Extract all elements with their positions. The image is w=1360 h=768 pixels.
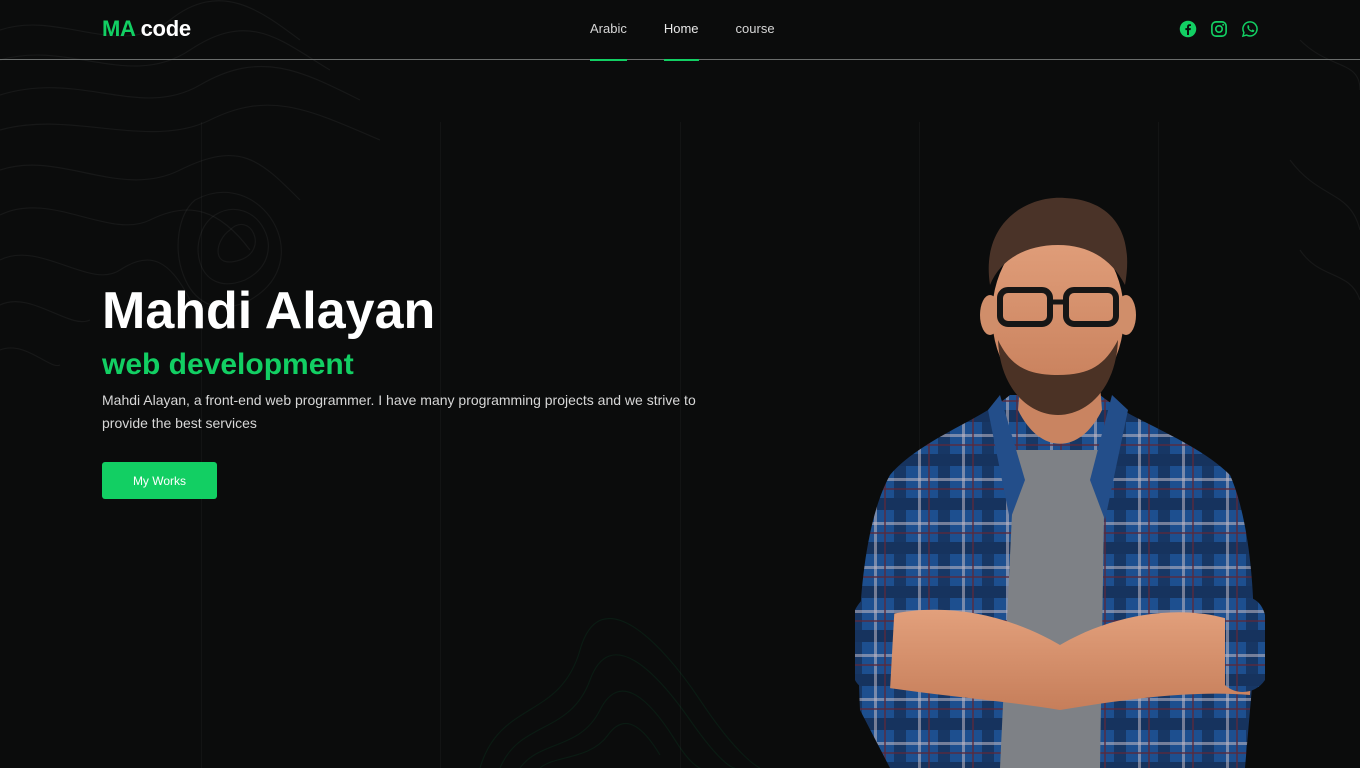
portrait-photo bbox=[855, 197, 1265, 768]
my-works-button[interactable]: My Works bbox=[102, 462, 217, 499]
logo[interactable]: MA code bbox=[102, 16, 191, 42]
social-links bbox=[1179, 20, 1259, 38]
hero-name: Mahdi Alayan bbox=[102, 282, 436, 340]
header: MA code Arabic Home course bbox=[0, 0, 1360, 61]
nav-item-arabic[interactable]: Arabic bbox=[590, 0, 627, 61]
hero-description: Mahdi Alayan, a front-end web programmer… bbox=[102, 392, 696, 431]
whatsapp-icon[interactable] bbox=[1241, 20, 1259, 38]
logo-accent: MA bbox=[102, 16, 135, 41]
grid-line bbox=[440, 122, 441, 768]
main-nav: Arabic Home course bbox=[590, 0, 775, 61]
facebook-icon[interactable] bbox=[1179, 20, 1197, 38]
page: MA code Arabic Home course Mahdi Alayan … bbox=[0, 0, 1360, 768]
grid-line bbox=[680, 122, 681, 768]
grid-line bbox=[201, 122, 202, 768]
logo-text: code bbox=[134, 16, 191, 41]
nav-item-home[interactable]: Home bbox=[663, 0, 699, 61]
instagram-icon[interactable] bbox=[1210, 20, 1228, 38]
hero-role: web development bbox=[102, 348, 354, 381]
nav-item-course[interactable]: course bbox=[736, 0, 775, 60]
